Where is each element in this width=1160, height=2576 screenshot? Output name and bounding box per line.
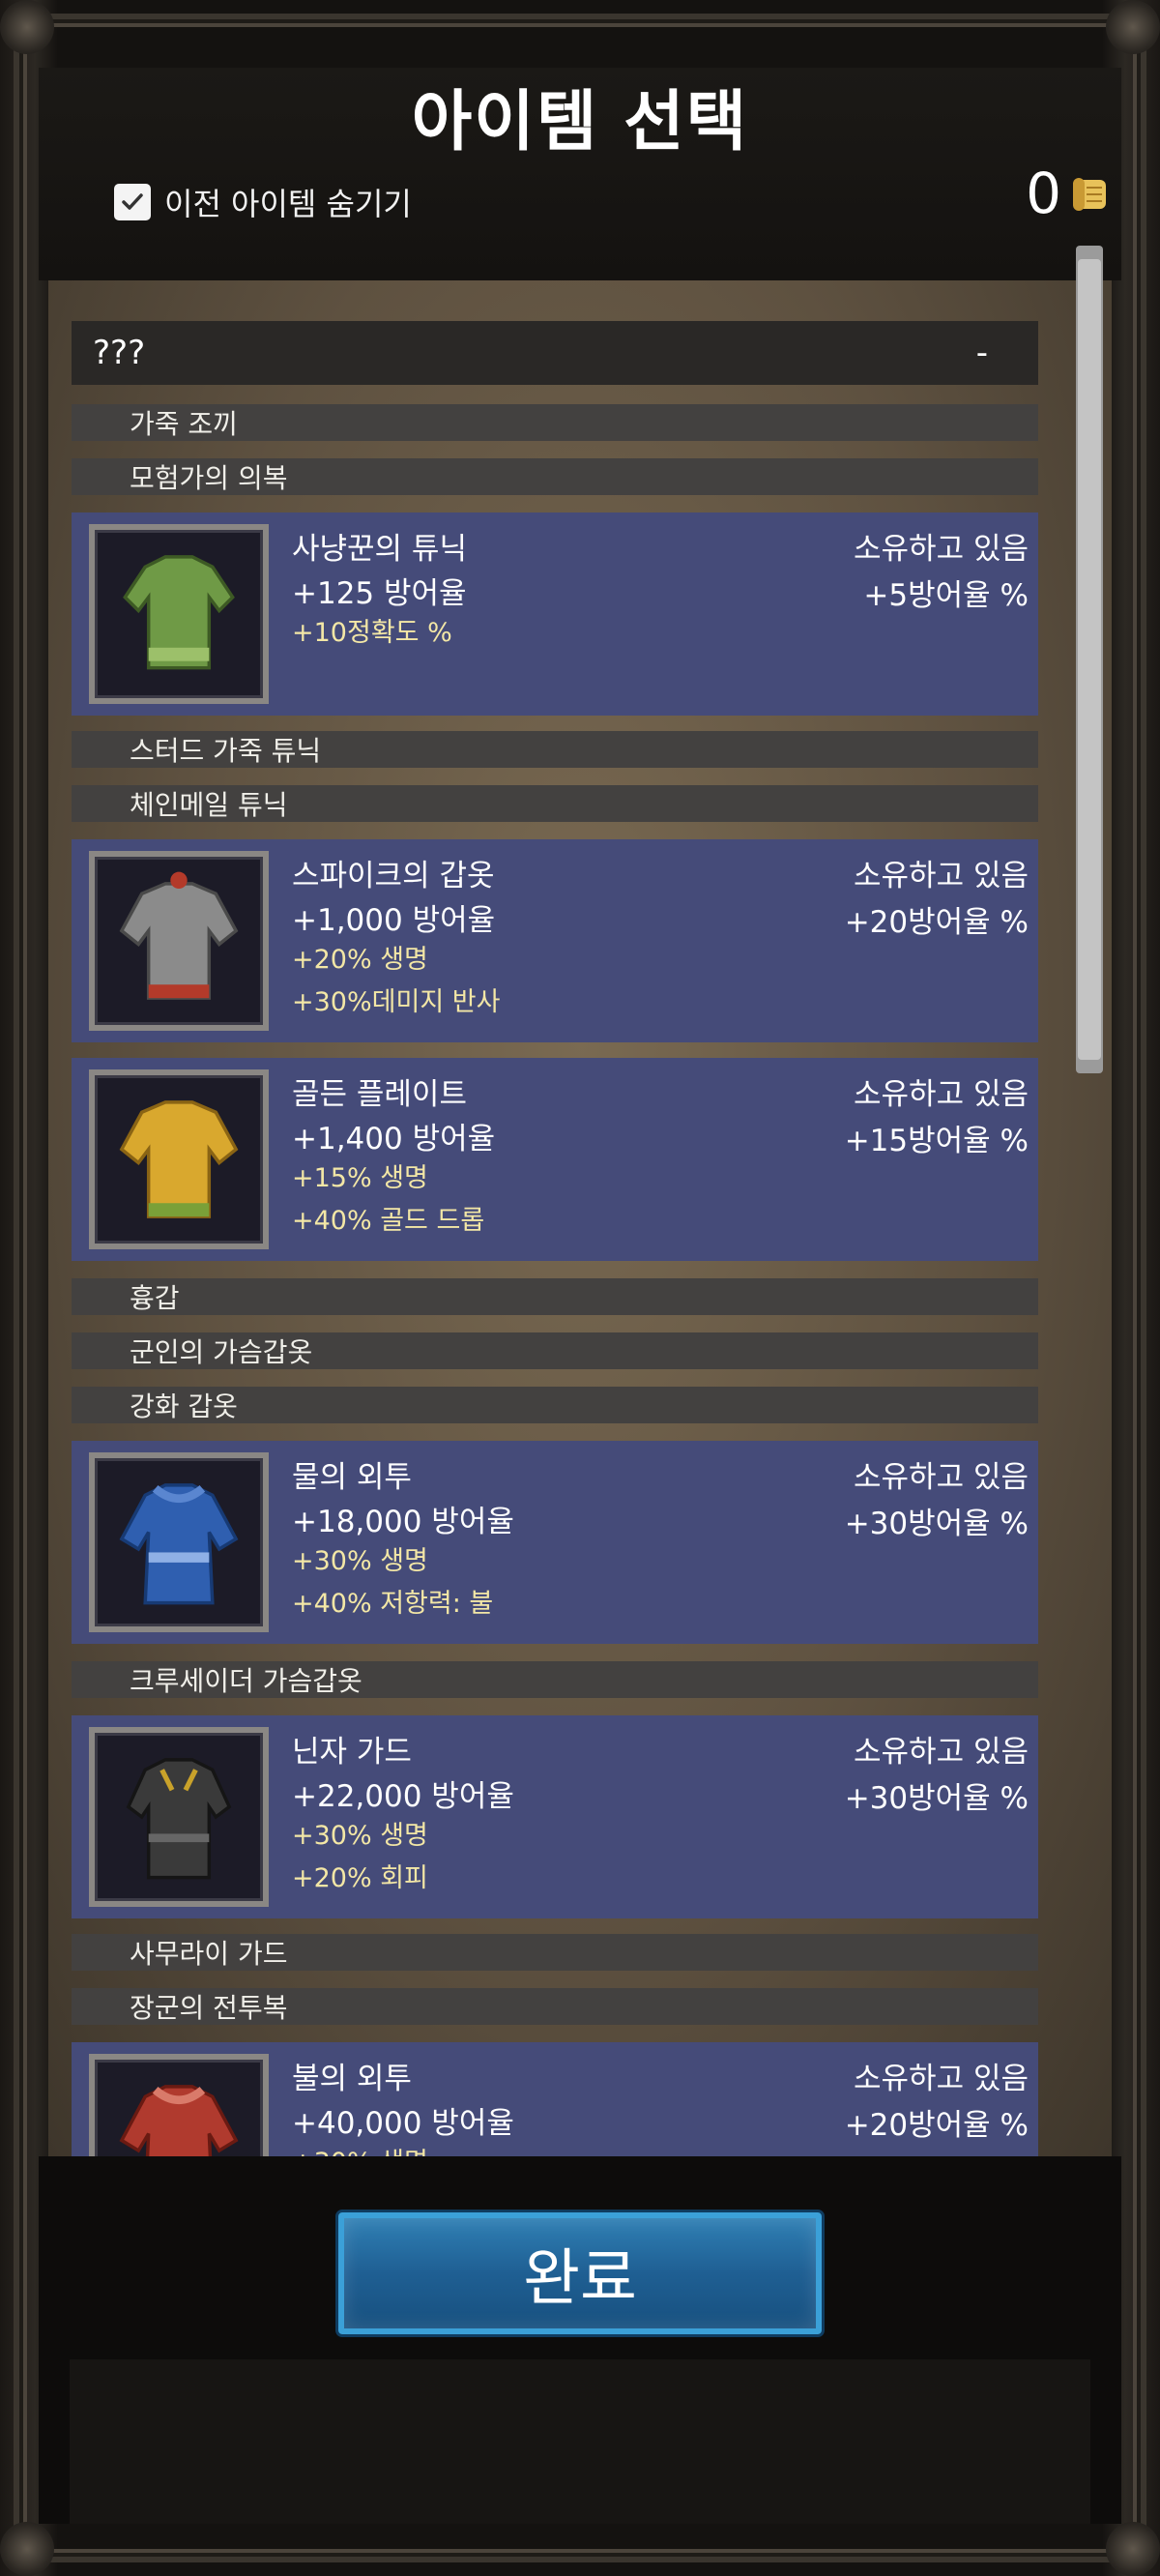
- frame-corner-ornament: [0, 2522, 54, 2576]
- page-title: 아이템 선택: [411, 84, 749, 161]
- unknown-item-value: -: [975, 334, 988, 372]
- category-general-battle-suit[interactable]: 장군의 전투복: [72, 1988, 1038, 2025]
- item-name: 불의 외투: [292, 2062, 412, 2096]
- item-bonus-stat: +20% 생명: [292, 945, 428, 975]
- list-item[interactable]: 닌자 가드 +22,000 방어율 +30% 생명 +20% 회피 소유하고 있…: [72, 1715, 1038, 1918]
- scrollbar-thumb[interactable]: [1078, 259, 1101, 1060]
- item-defense: +18,000 방어율: [292, 1505, 514, 1539]
- item-name: 사냥꾼의 튜닉: [292, 532, 467, 567]
- golden-plate-icon: [89, 1069, 269, 1249]
- item-defense: +22,000 방어율: [292, 1779, 514, 1814]
- item-bonus-stat: +10정확도 %: [292, 618, 452, 648]
- item-defense: +125 방어율: [292, 576, 467, 611]
- item-defense-bonus: +5방어율 %: [863, 578, 1029, 613]
- item-name: 스파이크의 갑옷: [292, 859, 495, 893]
- item-bonus-stat: +30% 생명: [292, 1821, 428, 1851]
- item-owned-status: 소유하고 있음: [854, 2062, 1029, 2096]
- done-button[interactable]: 완료: [338, 2212, 822, 2334]
- item-bonus-stat: +30%데미지 반사: [292, 987, 501, 1017]
- item-name: 골든 플레이트: [292, 1077, 467, 1112]
- item-defense-bonus: +20방어율 %: [844, 2108, 1029, 2143]
- unknown-item-name: ???: [93, 334, 146, 372]
- list-item[interactable]: 골든 플레이트 +1,400 방어율 +15% 생명 +40% 골드 드롭 소유…: [72, 1058, 1038, 1261]
- category-leather-vest[interactable]: 가죽 조끼: [72, 404, 1038, 441]
- spiked-armor-icon: [89, 851, 269, 1031]
- frame-corner-ornament: [1106, 0, 1160, 54]
- item-bonus-stat: +30% 생명: [292, 2141, 428, 2156]
- item-defense: +1,000 방어율: [292, 903, 496, 938]
- currency-value: 0: [1026, 161, 1061, 226]
- list-item[interactable]: 물의 외투 +18,000 방어율 +30% 생명 +40% 저항력: 불 소유…: [72, 1441, 1038, 1644]
- item-name: 물의 외투: [292, 1460, 412, 1495]
- item-bonus-stat: +20% 회피: [292, 1863, 428, 1893]
- item-owned-status: 소유하고 있음: [854, 1077, 1029, 1112]
- hide-previous-checkbox[interactable]: [114, 184, 151, 220]
- item-name: 닌자 가드: [292, 1735, 412, 1770]
- item-bonus-stat: +40% 저항력: 불: [292, 1589, 494, 1619]
- category-breastplate[interactable]: 흉갑: [72, 1278, 1038, 1315]
- frame-corner-ornament: [0, 0, 54, 54]
- item-list[interactable]: ??? - 가죽 조끼 모험가의 의복 사냥꾼의 튜닉 +125 방어율 +10…: [72, 321, 1038, 2156]
- item-owned-status: 소유하고 있음: [854, 532, 1029, 567]
- checkmark-icon: [122, 193, 143, 210]
- item-defense-bonus: +20방어율 %: [844, 905, 1029, 940]
- category-samurai-guard[interactable]: 사무라이 가드: [72, 1934, 1038, 1971]
- category-adventurer-clothes[interactable]: 모험가의 의복: [72, 458, 1038, 495]
- item-bonus-stat: +40% 골드 드롭: [292, 1206, 485, 1236]
- item-owned-status: 소유하고 있음: [854, 1460, 1029, 1495]
- scroll-icon: [1073, 178, 1106, 211]
- category-reinforced-armor[interactable]: 강화 갑옷: [72, 1387, 1038, 1423]
- hide-previous-label: 이전 아이템 숨기기: [164, 186, 412, 222]
- list-row-unknown[interactable]: ??? -: [72, 321, 1038, 385]
- item-defense: +40,000 방어율: [292, 2106, 514, 2141]
- item-defense-bonus: +15방어율 %: [844, 1124, 1029, 1158]
- item-owned-status: 소유하고 있음: [854, 859, 1029, 893]
- footer-inner-panel: [70, 2359, 1090, 2524]
- item-bonus-stat: +30% 생명: [292, 1546, 428, 1576]
- item-defense-bonus: +30방어율 %: [844, 1781, 1029, 1816]
- frame-corner-ornament: [1106, 2522, 1160, 2576]
- item-owned-status: 소유하고 있음: [854, 1735, 1029, 1770]
- blue-coat-icon: [89, 1452, 269, 1632]
- currency-display: 0: [1026, 161, 1114, 226]
- list-item[interactable]: 스파이크의 갑옷 +1,000 방어율 +20% 생명 +30%데미지 반사 소…: [72, 839, 1038, 1042]
- ninja-armor-icon: [89, 1727, 269, 1907]
- category-soldier-chestplate[interactable]: 군인의 가슴갑옷: [72, 1332, 1038, 1369]
- category-chainmail-tunic[interactable]: 체인메일 튜닉: [72, 785, 1038, 822]
- red-coat-icon: [89, 2054, 269, 2156]
- green-tunic-icon: [89, 524, 269, 704]
- list-item[interactable]: 사냥꾼의 튜닉 +125 방어율 +10정확도 % 소유하고 있음 +5방어율 …: [72, 512, 1038, 716]
- item-defense: +1,400 방어율: [292, 1122, 496, 1156]
- item-bonus-stat: +15% 생명: [292, 1163, 428, 1193]
- item-defense-bonus: +30방어율 %: [844, 1507, 1029, 1541]
- list-item[interactable]: 불의 외투 +40,000 방어율 +30% 생명 소유하고 있음 +20방어율…: [72, 2042, 1038, 2156]
- category-studded-leather-tunic[interactable]: 스터드 가죽 튜닉: [72, 731, 1038, 768]
- category-crusader-chestplate[interactable]: 크루세이더 가슴갑옷: [72, 1661, 1038, 1698]
- hide-previous-items-toggle[interactable]: 이전 아이템 숨기기: [114, 180, 412, 224]
